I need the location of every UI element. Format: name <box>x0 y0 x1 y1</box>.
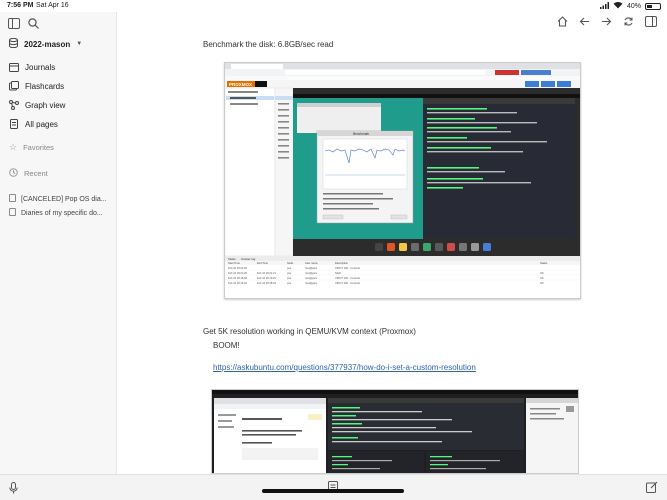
tasks-col-node: Node <box>287 261 294 265</box>
status-bar: 7:56 PM Sat Apr 16 40% <box>0 0 667 12</box>
recent-item[interactable]: [CANCELED] Pop OS dia... <box>9 192 107 206</box>
calendar-icon <box>9 62 19 74</box>
page-icon <box>9 208 16 218</box>
task-cell: Feb 16 18:18:38 <box>228 276 247 280</box>
desktop-screenshot-drawing <box>212 390 578 473</box>
recent-item-label: Diaries of my specific do... <box>21 209 103 217</box>
favorites-label: Favorites <box>23 143 54 152</box>
sidebar-toggle-icon[interactable] <box>8 16 20 34</box>
task-cell: VM/CT 100 - Console <box>335 281 360 285</box>
task-cell: Feb 16 18:19:20 <box>257 276 276 280</box>
block-5k-resolution[interactable]: Get 5K resolution working in QEMU/KVM co… <box>203 327 416 336</box>
embedded-screenshot-proxmox[interactable]: PROXMOX Benchmark Tasks Cluster log Star… <box>224 62 581 299</box>
task-cell: pve <box>287 282 292 285</box>
cards-icon <box>9 80 19 93</box>
task-cell: pve <box>287 267 292 270</box>
sidebar-item-label: Flashcards <box>25 82 65 91</box>
graph-icon <box>9 99 19 112</box>
status-right: 40% <box>599 1 661 11</box>
back-icon[interactable] <box>579 14 590 32</box>
sidebar-item-label: All pages <box>25 120 58 129</box>
task-cell: root@pam <box>305 266 317 270</box>
task-cell: Feb 16 18:18:33 <box>257 281 276 285</box>
recent-item-label: [CANCELED] Pop OS dia... <box>21 195 107 203</box>
home-indicator[interactable] <box>262 489 404 493</box>
favorites-header[interactable]: ☆ Favorites <box>9 142 54 153</box>
block-benchmark[interactable]: Benchmark the disk: 6.8GB/sec read <box>203 40 333 49</box>
sidebar-item-journals[interactable]: Journals <box>9 58 65 77</box>
tasks-col-desc: Description <box>335 261 349 265</box>
star-icon: ☆ <box>9 142 18 152</box>
task-cell: root@pam <box>305 276 317 280</box>
compose-icon[interactable] <box>646 480 658 498</box>
bottom-toolbar <box>0 474 667 500</box>
tasks-col-start: Start Time <box>228 261 240 265</box>
sidebar-item-all-pages[interactable]: All pages <box>9 115 65 134</box>
recent-label: Recent <box>24 169 48 178</box>
benchmark-dialog-title: Benchmark <box>353 132 370 136</box>
task-cell: VM/CT 100 - Console <box>335 266 360 270</box>
recent-list: [CANCELED] Pop OS dia... Diaries of my s… <box>9 192 107 220</box>
task-cell: pve <box>287 277 292 280</box>
embedded-screenshot-5k-desktop[interactable] <box>211 389 579 474</box>
top-toolbar <box>557 14 657 32</box>
task-cell: OK <box>540 276 544 280</box>
status-time: 7:56 PM <box>7 2 34 9</box>
search-icon[interactable] <box>28 16 39 34</box>
tasks-tab: Tasks <box>228 257 236 261</box>
block-boom[interactable]: BOOM! <box>213 341 240 350</box>
history-icon <box>9 168 18 179</box>
home-icon[interactable] <box>557 14 568 32</box>
microphone-icon[interactable] <box>9 481 18 499</box>
cluster-log-tab: Cluster log <box>241 257 256 261</box>
left-sidebar: 2022-mason ▼ Journals Flashcards Graph v… <box>0 12 117 474</box>
task-cell: Feb 16 18:21:20 <box>228 271 247 275</box>
sidebar-item-flashcards[interactable]: Flashcards <box>9 77 65 96</box>
sidebar-item-graph-view[interactable]: Graph view <box>9 96 65 115</box>
recent-item[interactable]: Diaries of my specific do... <box>9 206 107 220</box>
tasks-col-end: End Time <box>257 261 269 265</box>
database-icon <box>9 37 18 50</box>
sync-icon[interactable] <box>623 14 634 32</box>
task-cell: Feb 16 18:16:42 <box>228 281 247 285</box>
tasks-col-status: Status <box>540 261 548 265</box>
wifi-icon <box>613 1 623 11</box>
battery-percent: 40% <box>626 2 641 10</box>
sidebar-item-label: Journals <box>25 63 56 72</box>
sidebar-nav: Journals Flashcards Graph view All pages <box>9 58 65 134</box>
task-cell: VM/CT 100 - Console <box>335 276 360 280</box>
chevron-down-icon: ▼ <box>76 41 83 47</box>
task-cell: Feb 16 18:21:21 <box>257 271 276 275</box>
askubuntu-link[interactable]: https://askubuntu.com/questions/377937/h… <box>213 363 476 372</box>
battery-icon <box>645 2 661 10</box>
proxmox-logo-text: PROXMOX <box>229 82 252 87</box>
tasks-col-user: User name <box>305 261 318 265</box>
right-sidebar-icon[interactable] <box>645 14 657 32</box>
forward-icon[interactable] <box>601 14 612 32</box>
task-cell: Shell <box>335 271 341 275</box>
sidebar-item-label: Graph view <box>25 101 66 110</box>
task-cell: pve <box>287 272 292 275</box>
task-cell: root@pam <box>305 281 317 285</box>
pages-icon <box>9 118 19 131</box>
proxmox-screenshot-drawing: PROXMOX Benchmark Tasks Cluster log Star… <box>225 63 580 298</box>
graph-selector[interactable]: 2022-mason ▼ <box>9 37 83 50</box>
task-cell: Feb 16 18:22:26 <box>228 266 247 270</box>
signal-icon <box>599 1 609 11</box>
task-cell: OK <box>540 281 544 285</box>
task-cell: root@pam <box>305 271 317 275</box>
recent-header[interactable]: Recent <box>9 168 48 179</box>
status-date: Sat Apr 16 <box>36 2 69 9</box>
graph-name: 2022-mason <box>24 39 71 49</box>
task-cell: OK <box>540 271 544 275</box>
page-icon <box>9 194 16 204</box>
